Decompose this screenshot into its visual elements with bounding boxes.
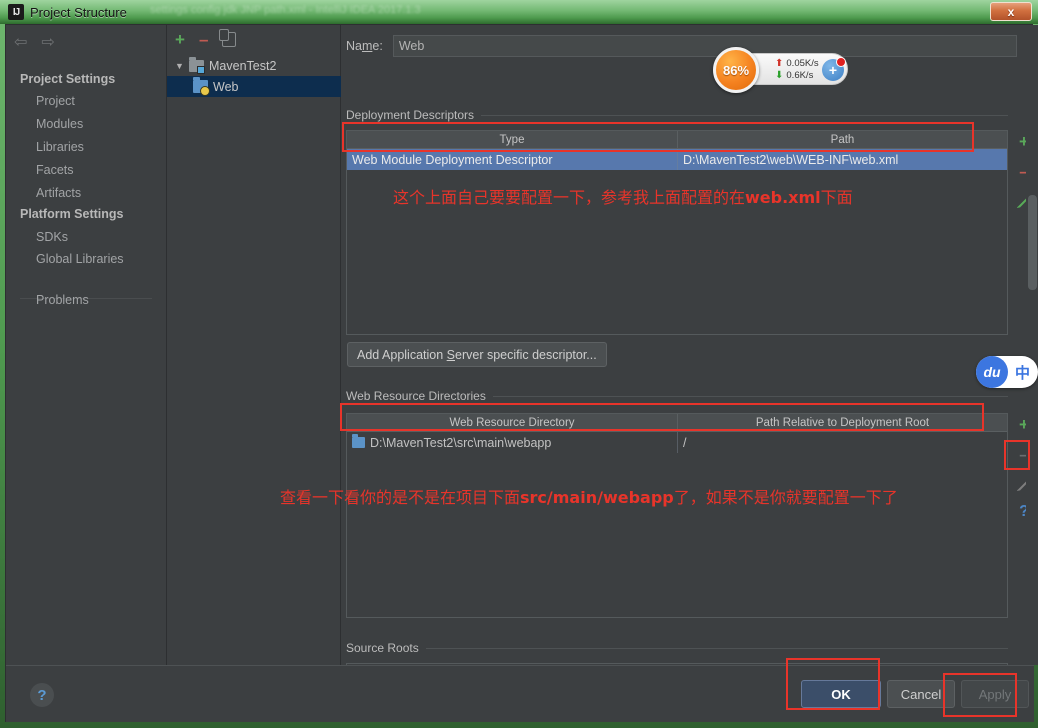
upload-arrow-icon: ⬆ [775, 57, 784, 69]
annotation-note-1: 这个上面自己要要配置一下，参考我上面配置的在web.xml下面 [393, 188, 853, 207]
cell-directory: D:\MavenTest2\src\main\webapp [347, 432, 677, 453]
table-header: Web Resource Directory Path Relative to … [347, 414, 1007, 432]
project-structure-dialog: ⇦ ⇨ Project Settings Project Modules Lib… [5, 24, 1038, 722]
module-tree-panel: + – ▼ MavenTest2 Web [167, 25, 341, 665]
cell-path: D:\MavenTest2\web\WEB-INF\web.xml [677, 149, 1007, 170]
source-roots-label: Source Roots [346, 641, 426, 655]
title-bar: IJ Project Structure settings config jdk… [0, 0, 1038, 24]
sidebar-item-project[interactable]: Project [36, 94, 75, 108]
web-facet-icon [193, 77, 210, 96]
name-label: Name: [346, 39, 383, 53]
web-resource-directories-table: Web Resource Directory Path Relative to … [346, 413, 1008, 618]
upload-speed-value: 0.05K/s [786, 57, 819, 69]
copy-module-icon[interactable] [219, 29, 237, 47]
web-resource-directories-rule [487, 396, 1008, 397]
sidebar-item-sdks[interactable]: SDKs [36, 230, 68, 244]
web-resource-directories-label: Web Resource Directories [346, 389, 493, 403]
sidebar-item-global-libraries[interactable]: Global Libraries [36, 252, 124, 266]
sidebar-heading-platform-settings: Platform Settings [20, 207, 124, 221]
facet-settings-pane: Name: Deployment Descriptors Type Path W… [341, 25, 1032, 677]
cpu-usage-indicator[interactable]: 86% [713, 47, 759, 93]
apply-button: Apply [961, 680, 1029, 708]
download-speed-row: ⬇ 0.6K/s [775, 70, 819, 81]
cell-relative-path: / [677, 432, 1007, 453]
deployment-descriptors-rule [481, 115, 1008, 116]
help-button[interactable]: ? [30, 683, 54, 707]
sidebar-item-artifacts[interactable]: Artifacts [36, 186, 81, 200]
cancel-button[interactable]: Cancel [887, 680, 955, 708]
settings-sidebar: ⇦ ⇨ Project Settings Project Modules Lib… [6, 25, 167, 665]
ok-button[interactable]: OK [801, 680, 881, 708]
tree-toolbar: + – [175, 29, 237, 48]
title-ghost-text: settings config jdk JNP path.xml - Intel… [150, 4, 421, 16]
dialog-footer: ? OK Cancel Apply [6, 665, 1034, 722]
tree-node-label: Web [213, 79, 239, 94]
annotation-note-2: 查看一下看你的是不是在项目下面src/main/webapp了，如果不是你就要配… [280, 488, 898, 507]
table-row[interactable]: D:\MavenTest2\src\main\webapp / [347, 432, 1007, 453]
application-window: IJ Project Structure settings config jdk… [0, 0, 1038, 728]
folder-icon [352, 434, 365, 448]
navigation-arrows: ⇦ ⇨ [14, 35, 55, 51]
baidu-ime-logo-icon[interactable]: du [976, 356, 1008, 388]
cell-directory-text: D:\MavenTest2\src\main\webapp [370, 435, 552, 450]
column-header-web-resource-directory[interactable]: Web Resource Directory [347, 414, 677, 432]
download-speed-value: 0.6K/s [786, 69, 814, 81]
name-row: Name: [346, 35, 1017, 57]
input-method-bar[interactable]: du 中 [976, 356, 1038, 388]
source-roots-rule [419, 648, 1008, 649]
sidebar-item-problems[interactable]: Problems [36, 293, 89, 307]
table-row[interactable]: Web Module Deployment Descriptor D:\Mave… [347, 149, 1007, 170]
vertical-scrollbar[interactable] [1026, 25, 1038, 665]
back-arrow-icon[interactable]: ⇦ [14, 35, 27, 51]
tree-node-web[interactable]: Web [167, 76, 341, 97]
tree-node-label: MavenTest2 [209, 58, 277, 73]
intellij-logo-icon: IJ [8, 4, 24, 20]
table-header: Type Path [347, 131, 1007, 149]
upload-speed-row: ⬆ 0.05K/s [775, 58, 819, 69]
module-folder-icon [189, 56, 205, 74]
column-header-type[interactable]: Type [347, 131, 677, 149]
deployment-descriptors-table: Type Path Web Module Deployment Descript… [346, 130, 1008, 335]
tree-node-maventest2[interactable]: ▼ MavenTest2 [167, 55, 341, 76]
name-input[interactable] [392, 35, 1017, 57]
column-header-path[interactable]: Path [677, 131, 1007, 149]
column-header-relative-path[interactable]: Path Relative to Deployment Root [677, 414, 1007, 432]
module-tree: ▼ MavenTest2 Web [167, 55, 341, 97]
add-module-icon[interactable]: + [175, 31, 185, 48]
scrollbar-thumb[interactable] [1028, 195, 1037, 290]
sidebar-item-libraries[interactable]: Libraries [36, 140, 84, 154]
remove-module-icon[interactable]: – [199, 31, 208, 48]
window-title: Project Structure [30, 4, 127, 20]
sidebar-item-facets[interactable]: Facets [36, 163, 74, 177]
cell-type: Web Module Deployment Descriptor [352, 152, 553, 167]
deployment-descriptors-label: Deployment Descriptors [346, 108, 482, 122]
close-button[interactable]: x [990, 2, 1032, 21]
sidebar-item-modules[interactable]: Modules [36, 117, 83, 131]
download-arrow-icon: ⬇ [775, 69, 784, 81]
add-app-server-descriptor-button[interactable]: Add Application Server specific descript… [347, 342, 607, 367]
chevron-down-icon[interactable]: ▼ [175, 61, 189, 71]
add-widget-button[interactable]: + [822, 57, 846, 81]
ime-mode-chinese[interactable]: 中 [1015, 362, 1030, 383]
sidebar-heading-project-settings: Project Settings [20, 72, 116, 86]
forward-arrow-icon[interactable]: ⇨ [41, 35, 54, 51]
